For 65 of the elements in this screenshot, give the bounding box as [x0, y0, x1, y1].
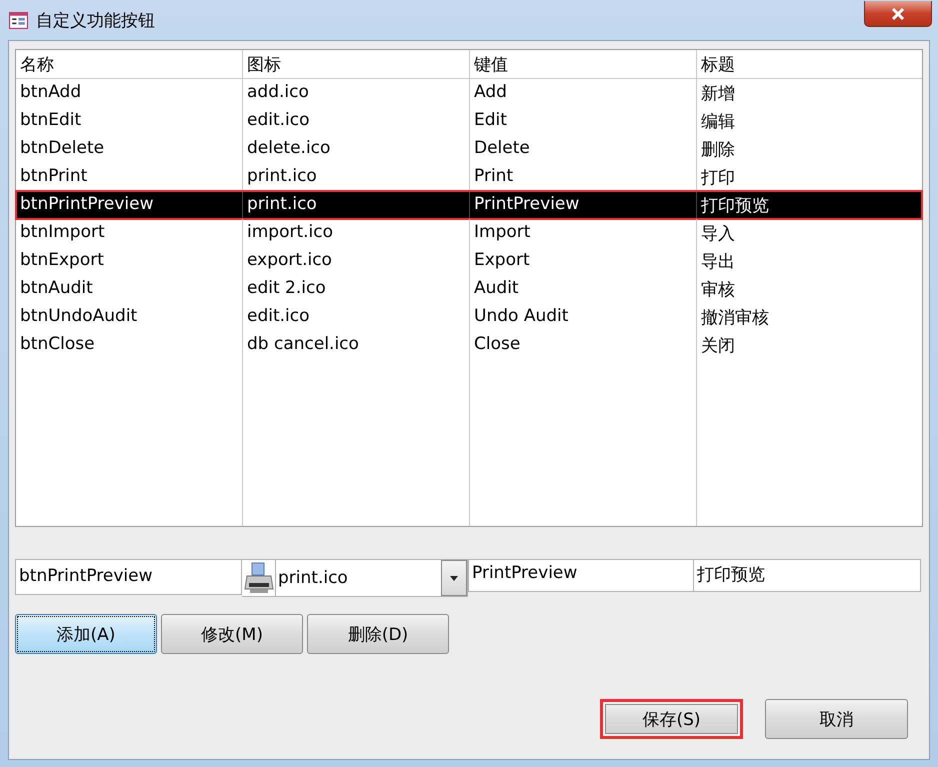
table-cell: btnDelete [16, 135, 243, 163]
table-cell-text: 删除 [700, 139, 736, 162]
table-cell: edit.ico [243, 303, 470, 331]
close-icon [891, 8, 905, 20]
table-row[interactable]: btnEdit edit.ico Edit 编辑 [16, 107, 922, 135]
dialog-button[interactable]: 取消 [765, 699, 908, 739]
table-row[interactable]: btnAdd add.ico Add 新增 [16, 79, 922, 107]
table-cell: Close [470, 331, 697, 359]
table-cell: import.ico [243, 219, 470, 247]
table-row[interactable]: btnDelete delete.ico Delete 删除 [16, 135, 922, 163]
dialog-button[interactable]: 保存(S) [600, 699, 743, 739]
table-cell: print.ico [243, 191, 470, 219]
table-cell: btnAdd [16, 79, 243, 107]
table-cell-text: 新增 [700, 83, 736, 106]
table-row[interactable]: btnExport export.ico Export 导出 [16, 247, 922, 275]
table-cell: Import [470, 219, 697, 247]
table-cell-text: 关闭 [700, 335, 736, 358]
printer-icon [244, 561, 274, 595]
table-cell: btnClose [16, 331, 243, 359]
form-icon [9, 12, 28, 28]
table-cell: btnAudit [16, 275, 243, 303]
icon-dropdown[interactable]: print.ico [275, 559, 468, 597]
key-field[interactable]: PrintPreview [468, 559, 694, 592]
table-cell: btnUndoAudit [16, 303, 243, 331]
table-cell: Undo Audit [470, 303, 697, 331]
table-cell: btnImport [16, 219, 243, 247]
table-cell-text: 导入 [700, 223, 736, 246]
table-cell-text: 打印 [700, 167, 736, 190]
table-cell: Export [470, 247, 697, 275]
table-cell: btnExport [16, 247, 243, 275]
table-cell: db cancel.ico [243, 331, 470, 359]
column-header[interactable]: 图标 [243, 50, 470, 78]
table-cell: Add [470, 79, 697, 107]
table-cell: Edit [470, 107, 697, 135]
action-button[interactable]: 添加(A) [15, 614, 157, 654]
close-button[interactable] [864, 1, 932, 27]
table-cell: add.ico [243, 79, 470, 107]
table-cell: Delete [470, 135, 697, 163]
action-button[interactable]: 删除(D) [307, 614, 449, 654]
table-cell-text: 导出 [700, 251, 736, 274]
window-title: 自定义功能按钮 [36, 10, 156, 32]
column-header[interactable]: 键值 [470, 50, 697, 78]
table-cell-text: 审核 [700, 279, 736, 302]
table-row[interactable]: btnAudit edit 2.ico Audit 审核 [16, 275, 922, 303]
table-cell-text: 编辑 [700, 111, 736, 134]
table-row[interactable]: btnPrintPreview print.ico PrintPreview 打印预览 [16, 191, 922, 219]
table-cell-text: 打印预览 [700, 195, 770, 218]
table-cell: edit 2.ico [243, 275, 470, 303]
column-header[interactable]: 名称 [16, 50, 243, 78]
table-row[interactable]: btnClose db cancel.ico Close 关闭 [16, 331, 922, 359]
caption-field[interactable]: 打印预览 [694, 559, 921, 592]
column-header[interactable]: 标题 [697, 50, 922, 78]
table-cell: delete.ico [243, 135, 470, 163]
table-cell: btnPrintPreview [16, 191, 243, 219]
table-cell: edit.ico [243, 107, 470, 135]
name-field[interactable]: btnPrintPreview [15, 559, 242, 595]
table-cell: PrintPreview [470, 191, 697, 219]
table-row[interactable]: btnImport import.ico Import 导入 [16, 219, 922, 247]
table-cell: export.ico [243, 247, 470, 275]
table-cell-text: 撤消审核 [700, 307, 770, 330]
table-cell: btnEdit [16, 107, 243, 135]
table-row[interactable]: btnUndoAudit edit.ico Undo Audit 撤消审核 [16, 303, 922, 331]
dropdown-arrow-icon [450, 576, 458, 580]
action-button[interactable]: 修改(M) [161, 614, 303, 654]
table-cell: Audit [470, 275, 697, 303]
